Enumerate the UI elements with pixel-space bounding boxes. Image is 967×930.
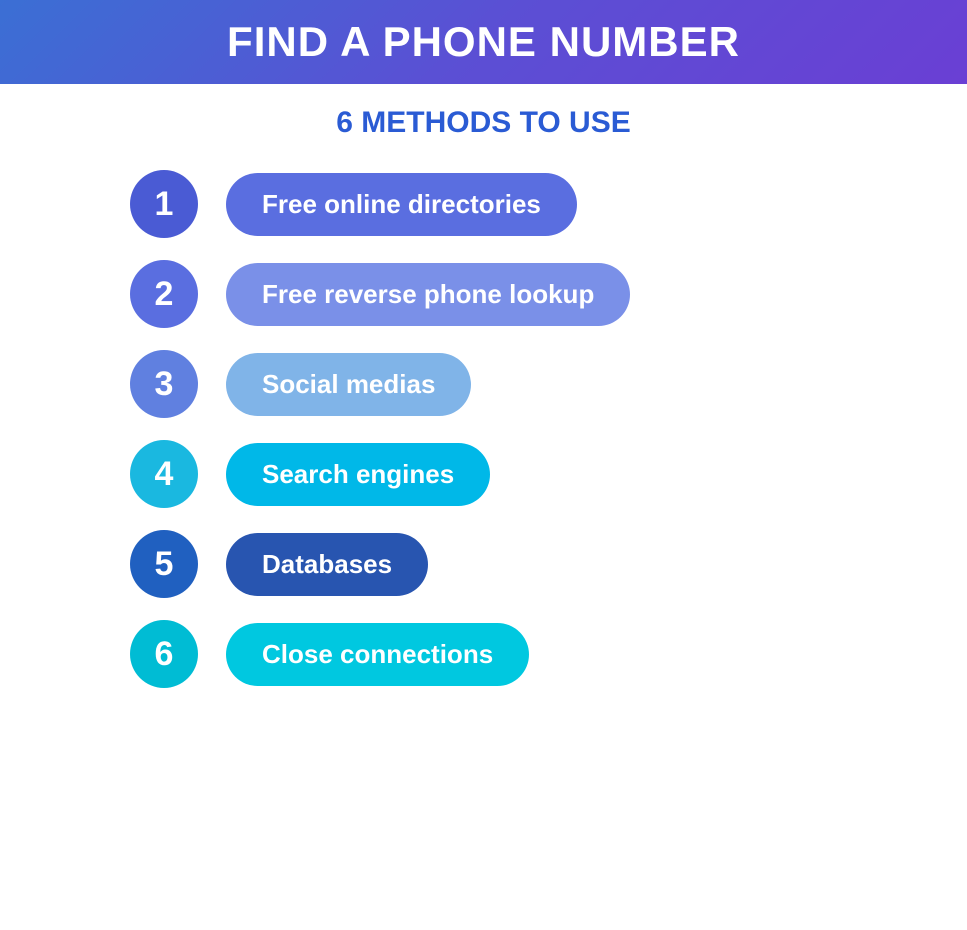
method-label-4: Search engines xyxy=(226,443,490,506)
method-item: 6 Close connections xyxy=(130,620,837,688)
method-number-3: 3 xyxy=(130,350,198,418)
method-label-1: Free online directories xyxy=(226,173,577,236)
method-number-5: 5 xyxy=(130,530,198,598)
main-title: FIND A PHONE NUMBER xyxy=(40,18,927,66)
method-number-4: 4 xyxy=(130,440,198,508)
method-label-3: Social medias xyxy=(226,353,471,416)
method-number-2: 2 xyxy=(130,260,198,328)
subtitle: 6 METHODS TO USE xyxy=(336,106,631,140)
method-item: 5 Databases xyxy=(130,530,837,598)
method-number-1: 1 xyxy=(130,170,198,238)
method-label-6: Close connections xyxy=(226,623,529,686)
methods-list: 1 Free online directories 2 Free reverse ph… xyxy=(0,170,967,688)
method-label-5: Databases xyxy=(226,533,428,596)
method-item: 4 Search engines xyxy=(130,440,837,508)
header-banner: FIND A PHONE NUMBER xyxy=(0,0,967,84)
method-item: 3 Social medias xyxy=(130,350,837,418)
method-item: 1 Free online directories xyxy=(130,170,837,238)
method-label-2: Free reverse phone lookup xyxy=(226,263,630,326)
method-number-6: 6 xyxy=(130,620,198,688)
method-item: 2 Free reverse phone lookup xyxy=(130,260,837,328)
